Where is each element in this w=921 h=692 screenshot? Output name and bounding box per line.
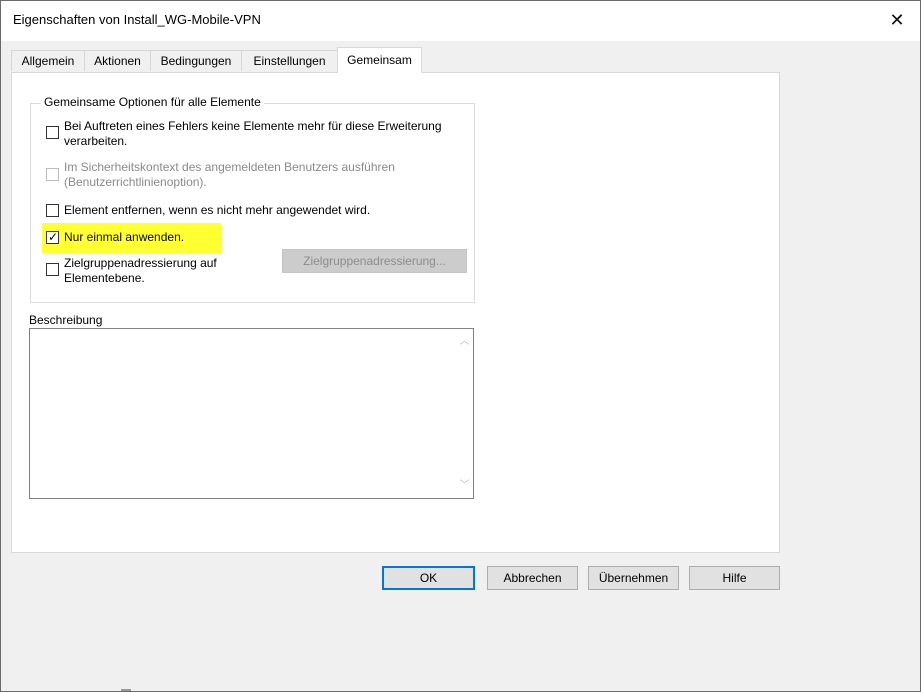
tab-einstellungen[interactable]: Einstellungen [241, 50, 338, 71]
group-legend: Gemeinsame Optionen für alle Elemente [41, 95, 264, 109]
tab-gemeinsam[interactable]: Gemeinsam [337, 47, 422, 73]
checkbox-remove-item[interactable] [46, 204, 59, 217]
apply-button[interactable]: Übernehmen [588, 566, 679, 590]
description-textarea[interactable]: ︿ ﹀ [29, 328, 474, 499]
scroll-down-icon[interactable]: ﹀ [456, 477, 473, 494]
ok-button[interactable]: OK [382, 566, 475, 590]
description-scrollbar[interactable]: ︿ ﹀ [456, 329, 473, 498]
tab-allgemein[interactable]: Allgemein [11, 50, 85, 71]
label-stop-on-error: Bei Auftreten eines Fehlers keine Elemen… [64, 119, 442, 148]
checkbox-user-security-context [46, 168, 59, 181]
tab-aktionen[interactable]: Aktionen [84, 50, 151, 71]
title-bar: Eigenschaften von Install_WG-Mobile-VPN … [1, 1, 920, 41]
label-item-level-targeting: Zielgruppenadressierung auf Elementebene… [64, 256, 217, 285]
help-button[interactable]: Hilfe [689, 566, 780, 590]
description-label: Beschreibung [29, 313, 103, 327]
targeting-button: Zielgruppenadressierung... [282, 249, 467, 273]
checkbox-stop-on-error[interactable] [46, 126, 59, 139]
tab-bedingungen[interactable]: Bedingungen [150, 50, 242, 71]
checkbox-apply-once[interactable]: ✓ [46, 231, 59, 244]
label-user-security-context: Im Sicherheitskontext des angemeldeten B… [64, 160, 395, 189]
dialog-window: Eigenschaften von Install_WG-Mobile-VPN … [0, 0, 921, 692]
bottom-edge-mark [121, 689, 131, 691]
label-apply-once: Nur einmal anwenden. [64, 230, 185, 244]
checkbox-item-level-targeting[interactable] [46, 263, 59, 276]
checkmark-icon: ✓ [48, 230, 59, 244]
label-remove-item: Element entfernen, wenn es nicht mehr an… [64, 203, 371, 217]
window-title: Eigenschaften von Install_WG-Mobile-VPN [13, 12, 261, 27]
close-icon[interactable]: ✕ [874, 1, 920, 39]
cancel-button[interactable]: Abbrechen [487, 566, 578, 590]
scroll-up-icon[interactable]: ︿ [456, 333, 473, 350]
